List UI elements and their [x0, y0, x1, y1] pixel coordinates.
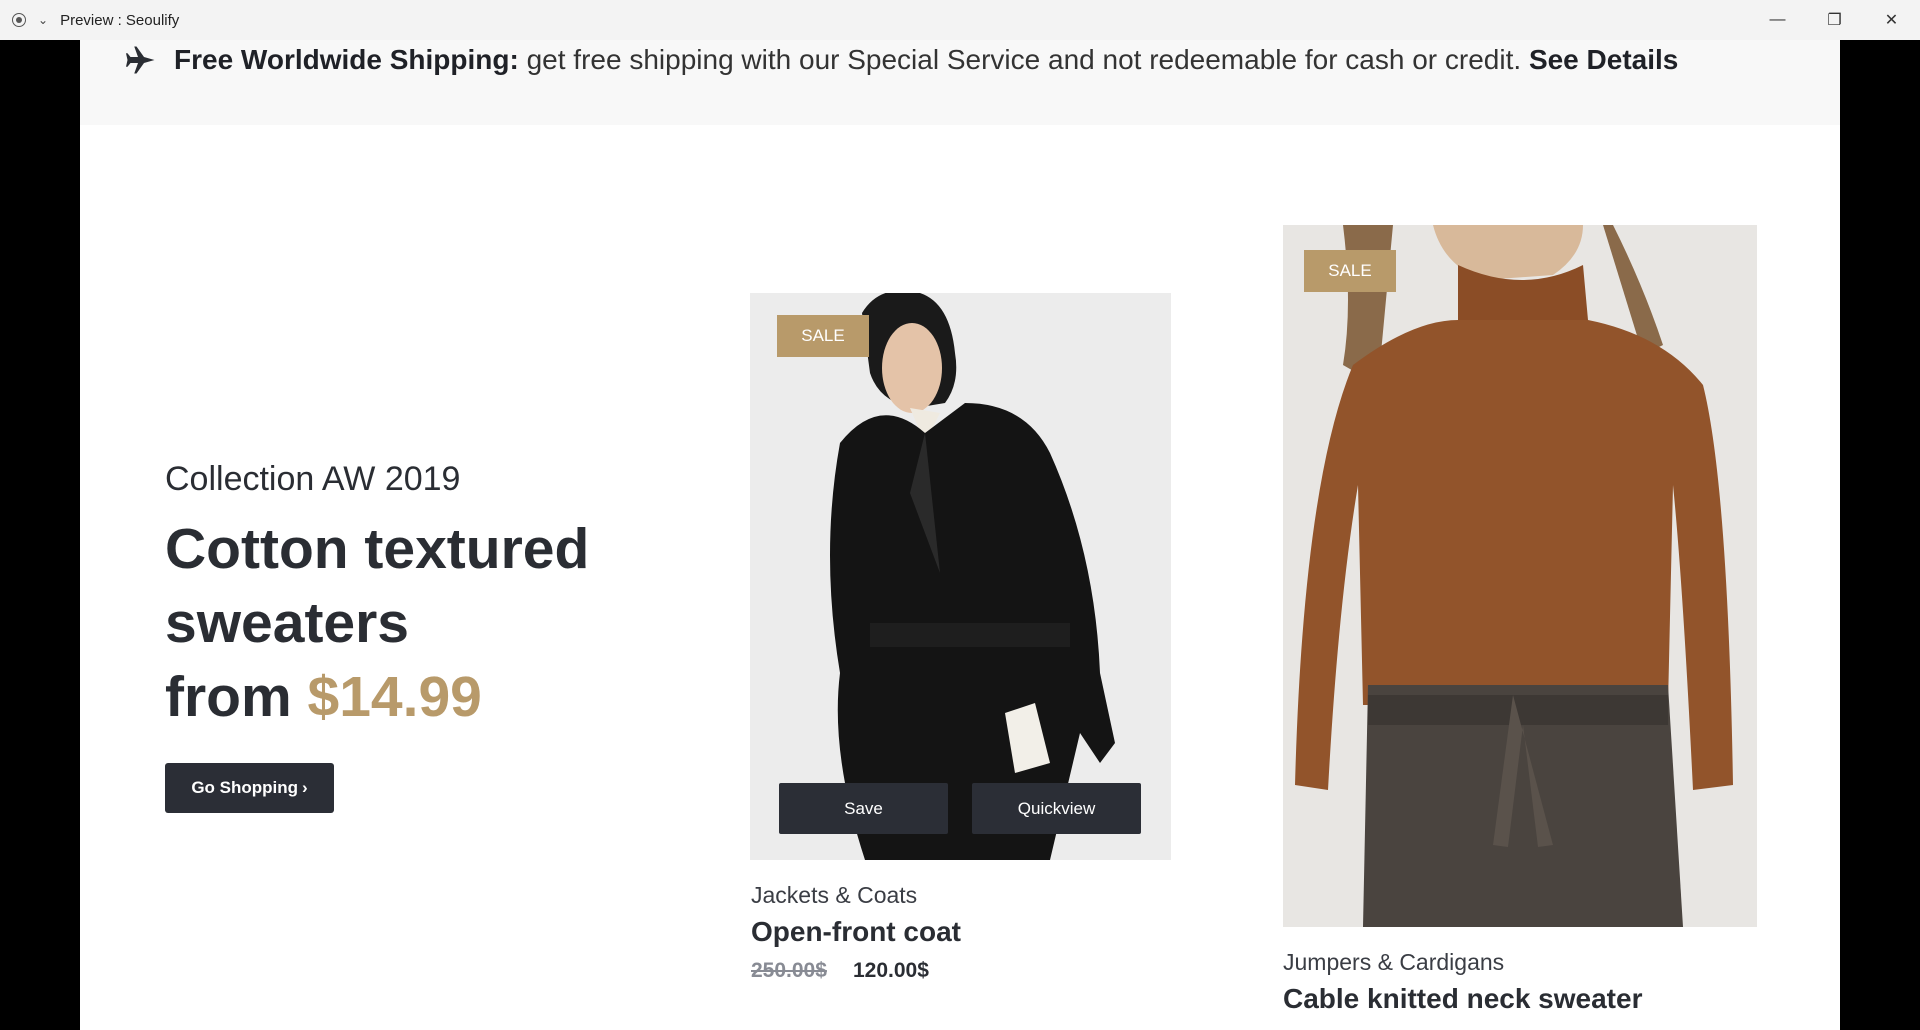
- window-title: Preview : Seoulify: [60, 11, 180, 29]
- minimize-button[interactable]: —: [1749, 0, 1806, 40]
- hero-title-line1: Cotton textured: [165, 517, 590, 581]
- airplane-icon: [126, 46, 155, 74]
- hero-price: $14.99: [307, 665, 482, 729]
- window-titlebar: ⌄ Preview : Seoulify — ❐ ✕: [0, 0, 1920, 40]
- hero-title-line2: sweaters: [165, 591, 410, 655]
- see-details-link[interactable]: See Details: [1529, 44, 1678, 75]
- product-category[interactable]: Jackets & Coats: [751, 882, 917, 909]
- go-shopping-label: Go Shopping: [191, 778, 299, 797]
- product-image-coat: [750, 293, 1171, 860]
- sale-badge: SALE: [777, 315, 869, 357]
- promo-text: Free Worldwide Shipping: get free shippi…: [174, 40, 1678, 80]
- promo-bar: Free Worldwide Shipping: get free shippi…: [80, 40, 1840, 125]
- chevron-right-icon: ›: [302, 778, 308, 797]
- promo-body: get free shipping with our Special Servi…: [518, 44, 1529, 75]
- sale-badge: SALE: [1304, 250, 1396, 292]
- product-category[interactable]: Jumpers & Cardigans: [1283, 949, 1504, 976]
- product-card-sweater[interactable]: SALE: [1283, 225, 1757, 927]
- go-shopping-button[interactable]: Go Shopping ›: [165, 763, 334, 813]
- maximize-button[interactable]: ❐: [1806, 0, 1863, 40]
- hero-eyebrow: Collection AW 2019: [165, 460, 461, 498]
- product-image-sweater: [1283, 225, 1757, 927]
- promo-lead: Free Worldwide Shipping:: [174, 44, 519, 75]
- hero-title: Cotton textured sweaters from $14.99: [165, 512, 685, 734]
- product-name[interactable]: Open-front coat: [751, 916, 961, 948]
- app-icon: [12, 13, 26, 27]
- product-price: 120.00$: [853, 959, 929, 982]
- quickview-button[interactable]: Quickview: [972, 783, 1141, 834]
- product-card-coat[interactable]: SALE Save Quickview: [750, 293, 1171, 860]
- hero-title-prefix: from: [165, 665, 308, 729]
- product-old-price: 250.00$: [751, 959, 827, 982]
- close-button[interactable]: ✕: [1863, 0, 1920, 40]
- save-button[interactable]: Save: [779, 783, 948, 834]
- page-content: Free Worldwide Shipping: get free shippi…: [80, 40, 1840, 1030]
- product-name[interactable]: Cable knitted neck sweater: [1283, 983, 1642, 1015]
- card-actions: Save Quickview: [779, 783, 1141, 834]
- chevron-down-icon[interactable]: ⌄: [38, 13, 48, 27]
